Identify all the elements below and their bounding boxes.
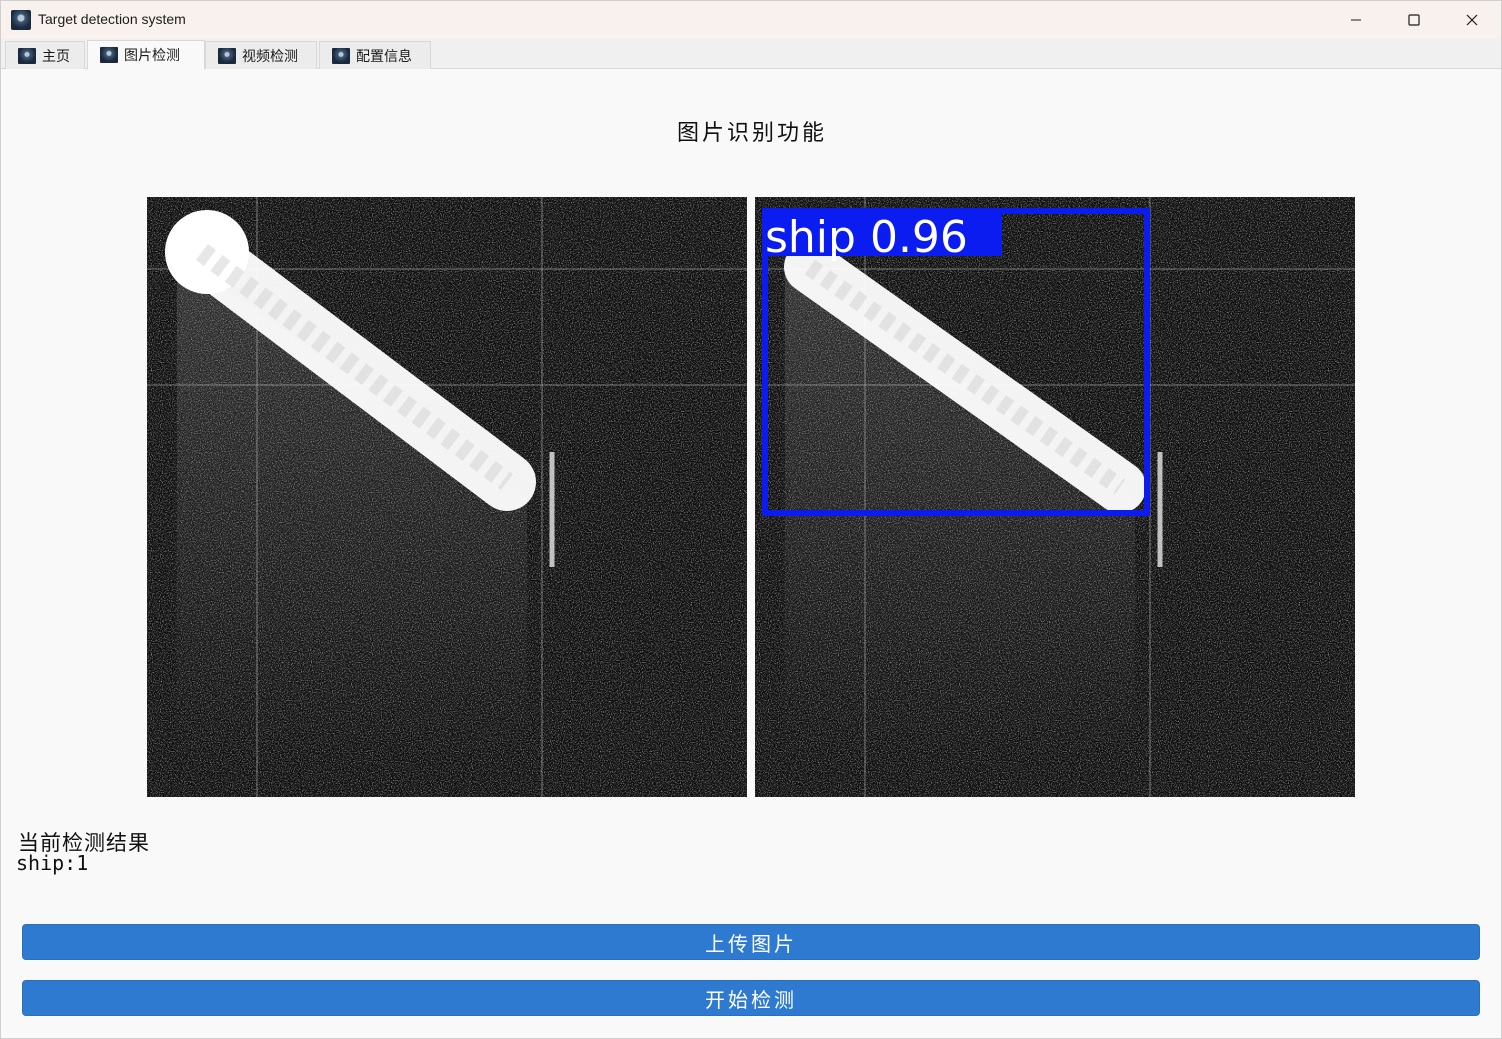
page-title: 图片识别功能	[676, 121, 827, 146]
app-window: Target detection system 主页 图片检测 视频检测 配置信…	[0, 0, 1502, 1039]
detection-label: ship 0.96	[765, 212, 968, 263]
app-logo-icon	[218, 47, 236, 64]
minimize-button[interactable]	[1327, 1, 1385, 39]
detected-image: ship 0.96	[755, 197, 1355, 797]
tab-image-detection[interactable]: 图片检测	[87, 40, 205, 70]
close-button[interactable]	[1443, 1, 1501, 39]
original-image	[147, 197, 747, 797]
tab-config-info[interactable]: 配置信息	[319, 41, 431, 69]
upload-image-button[interactable]: 上传图片	[22, 924, 1480, 960]
minimize-icon	[1351, 19, 1361, 21]
result-value: ship:1	[16, 851, 89, 875]
app-logo-icon	[18, 47, 36, 64]
app-logo-icon	[332, 47, 350, 64]
tab-label: 视频检测	[242, 48, 298, 65]
tab-video-detection[interactable]: 视频检测	[205, 41, 317, 69]
close-icon	[1466, 14, 1478, 26]
window-title: Target detection system	[38, 11, 186, 27]
title-bar[interactable]: Target detection system	[1, 1, 1501, 39]
tab-bar: 主页 图片检测 视频检测 配置信息	[1, 39, 1501, 70]
maximize-icon	[1408, 14, 1420, 26]
tab-label: 图片检测	[124, 48, 180, 64]
tab-label: 主页	[42, 48, 70, 65]
start-detection-button[interactable]: 开始检测	[22, 980, 1480, 1016]
app-logo-icon	[11, 10, 31, 30]
tab-home[interactable]: 主页	[5, 41, 85, 69]
app-logo-icon	[100, 47, 118, 63]
maximize-button[interactable]	[1385, 1, 1443, 39]
tab-label: 配置信息	[356, 48, 412, 65]
